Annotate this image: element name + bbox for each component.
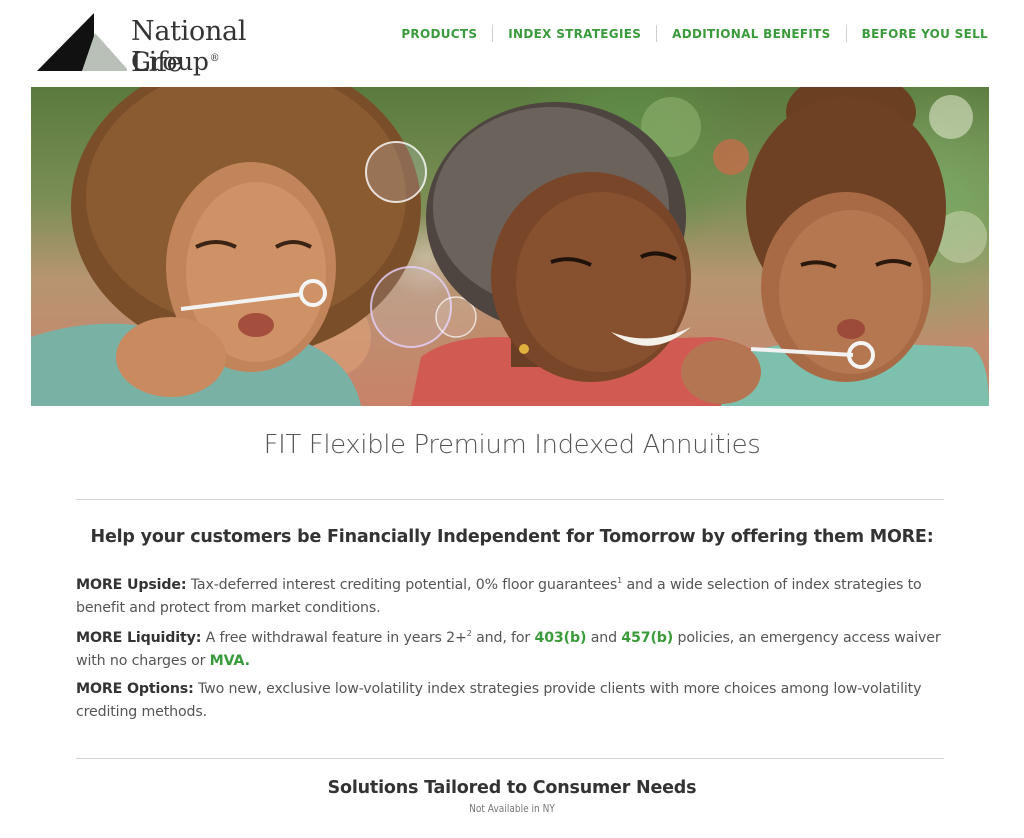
- more-options-text: Two new, exclusive low-volatility index …: [76, 681, 922, 720]
- more-options-label: MORE Options:: [76, 681, 194, 697]
- more-liquidity-text-c: and: [586, 630, 622, 646]
- nav-divider: [492, 25, 494, 42]
- more-liquidity-paragraph: MORE Liquidity: A free withdrawal featur…: [76, 623, 946, 672]
- solutions-heading: Solutions Tailored to Consumer Needs: [327, 778, 697, 798]
- registered-mark: ®: [209, 52, 220, 64]
- divider: [76, 758, 944, 759]
- link-mva[interactable]: MVA.: [210, 653, 250, 669]
- logo-triangle-icon: [37, 13, 127, 71]
- nav-divider: [656, 25, 658, 42]
- more-upside-label: MORE Upside:: [76, 577, 187, 593]
- availability-note: Not Available in NY: [469, 802, 555, 815]
- link-403b[interactable]: 403(b): [534, 630, 586, 646]
- logo-text-group: Group®: [131, 47, 220, 76]
- section-heading: Help your customers be Financially Indep…: [90, 527, 934, 547]
- nav-divider: [845, 25, 847, 42]
- site-header: National Life Group® PRODUCTS INDEX STRA…: [0, 0, 1024, 86]
- nav-index-strategies[interactable]: INDEX STRATEGIES: [508, 27, 641, 41]
- more-options-paragraph: MORE Options: Two new, exclusive low-vol…: [76, 678, 946, 723]
- more-upside-paragraph: MORE Upside: Tax-deferred interest credi…: [76, 570, 946, 619]
- family-blowing-bubbles-illustration: [31, 87, 989, 406]
- more-upside-text: Tax-deferred interest crediting potentia…: [186, 577, 618, 593]
- more-liquidity-text: A free withdrawal feature in years 2+: [201, 630, 467, 646]
- page-title: FIT Flexible Premium Indexed Annuities: [263, 430, 761, 460]
- main-nav: PRODUCTS INDEX STRATEGIES ADDITIONAL BEN…: [401, 25, 988, 42]
- more-liquidity-label: MORE Liquidity:: [76, 630, 202, 646]
- link-457b[interactable]: 457(b): [621, 630, 673, 646]
- national-life-group-logo[interactable]: National Life Group®: [37, 13, 297, 78]
- divider: [76, 499, 944, 500]
- nav-products[interactable]: PRODUCTS: [401, 27, 477, 41]
- nav-additional-benefits[interactable]: ADDITIONAL BENEFITS: [672, 27, 830, 41]
- nav-before-you-sell[interactable]: BEFORE YOU SELL: [862, 27, 988, 41]
- hero-image: [31, 87, 989, 406]
- more-liquidity-text-b: and, for: [471, 630, 535, 646]
